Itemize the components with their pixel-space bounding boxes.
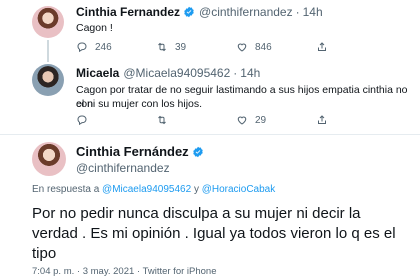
avatar[interactable]: [32, 64, 64, 96]
tweet-meta: 7:04 p. m. · 3 may. 2021 · Twitter for i…: [32, 266, 216, 277]
author-handle[interactable]: @cinthifernandez: [76, 161, 170, 175]
like-count: 29: [255, 114, 267, 126]
retweet-icon: [158, 115, 166, 125]
tweet-time[interactable]: 14h: [303, 5, 323, 19]
tweet-text-line-1: Por no pedir nunca disculpa a su mujer n…: [32, 205, 361, 222]
tweet-text-line-2: el ni su mujer con los hijos.: [76, 98, 203, 110]
tweet-text: Cagon !: [76, 22, 113, 34]
verified-badge-icon: [184, 6, 194, 18]
tweet-micaela[interactable]: Micaela @Micaela94095462 · 14h Cagon por…: [0, 60, 420, 135]
share-button[interactable]: [316, 113, 396, 127]
retweet-icon: [158, 42, 166, 52]
replying-to: En respuesta a @Micaela94095462 y @Horac…: [32, 184, 275, 195]
reply-icon: [77, 115, 87, 126]
like-count: 846: [255, 41, 272, 53]
tweet-actions: 29: [76, 113, 396, 127]
reply-button[interactable]: [76, 113, 156, 127]
reply-button[interactable]: 246: [76, 40, 156, 54]
reply-count: 246: [95, 41, 112, 53]
mention-link[interactable]: @HoracioCabak: [202, 184, 276, 195]
heart-icon: [237, 43, 247, 52]
replying-to-label: En respuesta a: [32, 184, 100, 195]
retweet-button[interactable]: [156, 113, 236, 127]
author-name[interactable]: Cinthia Fernández: [76, 144, 189, 159]
share-icon: [318, 42, 326, 51]
replying-to-conjunction: y: [193, 184, 199, 195]
like-button[interactable]: 29: [236, 113, 316, 127]
mention-link[interactable]: @Micaela94095462: [102, 184, 191, 195]
avatar[interactable]: [32, 6, 64, 38]
share-icon: [318, 115, 326, 124]
verified-badge-icon: [192, 146, 203, 157]
tweet-time[interactable]: 14h: [240, 66, 260, 80]
tweet-text-line-3: tipo: [32, 245, 57, 262]
author-handle[interactable]: @Micaela94095462: [123, 66, 230, 80]
tweet-actions: 246 39 846: [76, 40, 396, 54]
tweet-cinthia-1[interactable]: Cinthia Fernandez @cinthifernandez · 14h…: [0, 0, 420, 62]
avatar[interactable]: [32, 142, 66, 176]
reply-icon: [77, 42, 87, 53]
tweet-cinthia-focused[interactable]: Cinthia Fernández @cinthifernandez En re…: [0, 135, 420, 280]
thread-connector: [47, 40, 49, 62]
author-name[interactable]: Cinthia Fernandez: [76, 5, 180, 19]
author-name[interactable]: Micaela: [76, 66, 119, 80]
retweet-count: 39: [175, 41, 187, 53]
like-button[interactable]: 846: [236, 40, 316, 54]
separator-dot: ·: [295, 5, 300, 19]
heart-icon: [237, 116, 247, 125]
tweet-date[interactable]: 3 may. 2021: [83, 266, 135, 277]
author-handle[interactable]: @cinthifernandez: [199, 5, 293, 19]
tweet-text-line-2: verdad . Es mi opinión . Igual ya todos …: [32, 225, 396, 242]
tweet-timestamp[interactable]: 7:04 p. m.: [32, 266, 74, 277]
separator-dot: ·: [233, 66, 238, 80]
tweet-source[interactable]: Twitter for iPhone: [143, 266, 217, 277]
retweet-button[interactable]: 39: [156, 40, 236, 54]
share-button[interactable]: [316, 40, 396, 54]
